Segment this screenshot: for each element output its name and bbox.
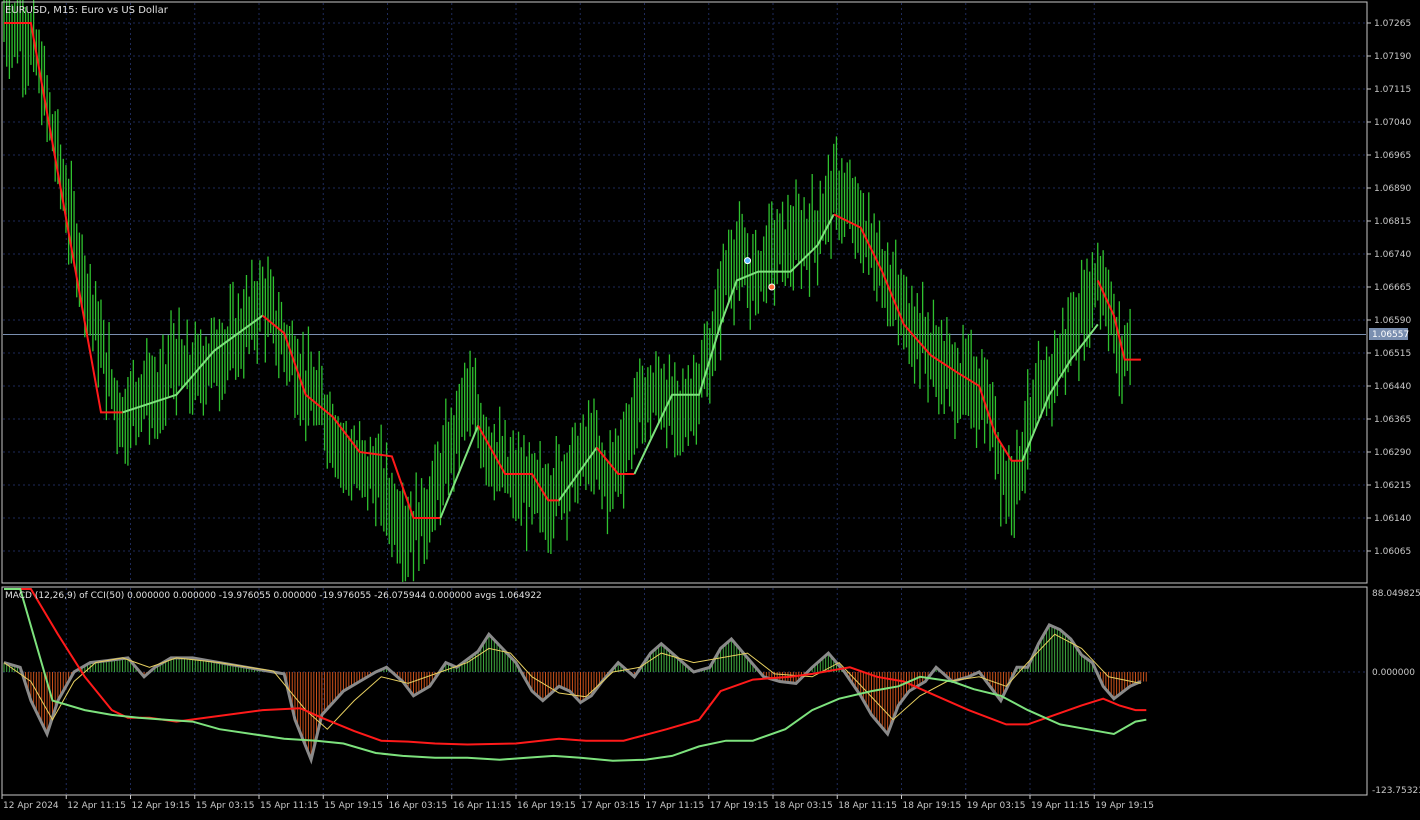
x-tick-label: 12 Apr 19:15	[132, 801, 191, 811]
x-tick-label: 15 Apr 11:15	[260, 801, 319, 811]
x-tick-label: 19 Apr 19:15	[1095, 801, 1154, 811]
chart-canvas[interactable]: 1.07265 1.07190 1.07115 1.07040 1.06965 1.068…	[0, 0, 1420, 816]
x-tick-label: 17 Apr 11:15	[646, 801, 705, 811]
x-tick-label: 18 Apr 11:15	[838, 801, 897, 811]
x-tick-label: 15 Apr 19:15	[324, 801, 383, 811]
x-tick-label: 16 Apr 03:15	[389, 801, 448, 811]
x-tick-label: 16 Apr 11:15	[453, 801, 512, 811]
x-tick-label: 17 Apr 19:15	[710, 801, 769, 811]
y-tick-label: 1.06965	[1374, 151, 1411, 161]
y-tick-label: 1.06740	[1374, 250, 1411, 260]
y-tick-label: 1.06815	[1374, 217, 1411, 227]
buy-arrow-icon[interactable]	[744, 257, 752, 265]
y-tick-label: 1.06140	[1374, 514, 1411, 524]
y-tick-label: 1.07265	[1374, 19, 1411, 29]
x-tick-label: 16 Apr 19:15	[517, 801, 576, 811]
y-tick-label: 1.06440	[1374, 382, 1411, 392]
indicator-y-tick-label: 0.000000	[1372, 668, 1415, 678]
indicator-y-tick-label: 88.049825	[1372, 589, 1420, 599]
x-tick-label: 19 Apr 11:15	[1031, 801, 1090, 811]
x-tick-label: 15 Apr 03:15	[196, 801, 255, 811]
current-price-label: 1.06557	[1372, 330, 1409, 340]
y-tick-label: 1.06590	[1374, 316, 1411, 326]
x-tick-label: 19 Apr 03:15	[967, 801, 1026, 811]
y-tick-label: 1.06665	[1374, 283, 1411, 293]
x-tick-label: 18 Apr 19:15	[903, 801, 962, 811]
x-tick-label: 18 Apr 03:15	[774, 801, 833, 811]
x-tick-label: 17 Apr 03:15	[581, 801, 640, 811]
y-tick-label: 1.06515	[1374, 349, 1411, 359]
x-tick-label: 12 Apr 11:15	[67, 801, 126, 811]
indicator-y-tick-label: -123.753235	[1372, 786, 1420, 796]
y-tick-label: 1.07190	[1374, 52, 1411, 62]
y-tick-label: 1.07040	[1374, 118, 1411, 128]
y-tick-label: 1.06890	[1374, 184, 1411, 194]
indicator-title: MACD (12,26,9) of CCI(50) 0.000000 0.000…	[5, 591, 542, 601]
y-tick-label: 1.06065	[1374, 547, 1411, 557]
x-tick-label: 12 Apr 2024	[3, 801, 59, 811]
chart-title: EURUSD, M15: Euro vs US Dollar	[5, 5, 169, 16]
y-tick-label: 1.06290	[1374, 448, 1411, 458]
sell-arrow-icon[interactable]	[768, 283, 776, 291]
y-tick-label: 1.06215	[1374, 481, 1411, 491]
y-tick-label: 1.07115	[1374, 85, 1411, 95]
trading-chart[interactable]: 1.07265 1.07190 1.07115 1.07040 1.06965 1.068…	[0, 0, 1420, 816]
y-tick-label: 1.06365	[1374, 415, 1411, 425]
